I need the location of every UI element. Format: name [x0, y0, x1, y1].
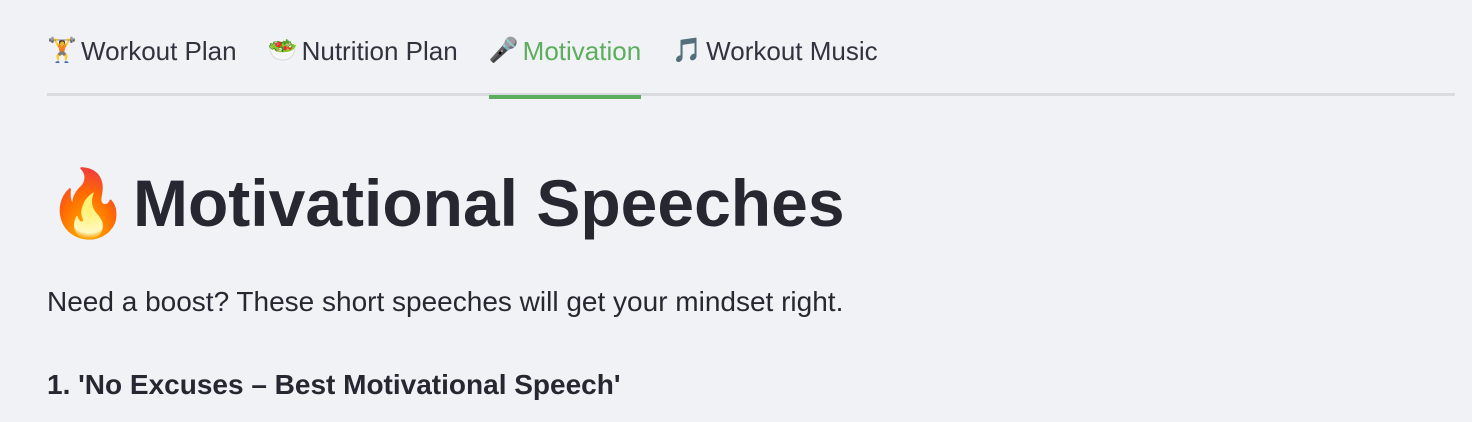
page-description: Need a boost? These short speeches will …	[47, 286, 844, 317]
weightlifter-icon: 🏋️	[47, 37, 77, 64]
tab-label: Workout Music	[706, 36, 878, 66]
music-note-icon: 🎵	[672, 37, 703, 64]
tab-workout-music[interactable]: 🎵 Workout Music	[672, 0, 877, 96]
fire-icon: 🔥	[47, 166, 130, 240]
speech-item-heading: 1. 'No Excuses – Best Motivational Speec…	[47, 369, 621, 400]
page-title-text: Motivational Speeches	[133, 166, 845, 240]
app-container: 🏋️ Workout Plan 🥗 Nutrition Plan 🎤 Motiv…	[47, 0, 1455, 400]
salad-icon: 🥗	[267, 37, 298, 64]
tab-nutrition-plan[interactable]: 🥗 Nutrition Plan	[268, 0, 458, 96]
tab-label: Workout Plan	[81, 36, 237, 66]
page-title: 🔥 Motivational Speeches	[47, 160, 845, 246]
tab-label: Motivation	[522, 36, 642, 66]
microphone-icon: 🎤	[488, 37, 519, 64]
tab-workout-plan[interactable]: 🏋️ Workout Plan	[47, 0, 237, 96]
tab-motivation[interactable]: 🎤 Motivation	[488, 0, 642, 99]
tab-label: Nutrition Plan	[301, 36, 458, 66]
tab-bar: 🏋️ Workout Plan 🥗 Nutrition Plan 🎤 Motiv…	[47, 0, 1455, 99]
